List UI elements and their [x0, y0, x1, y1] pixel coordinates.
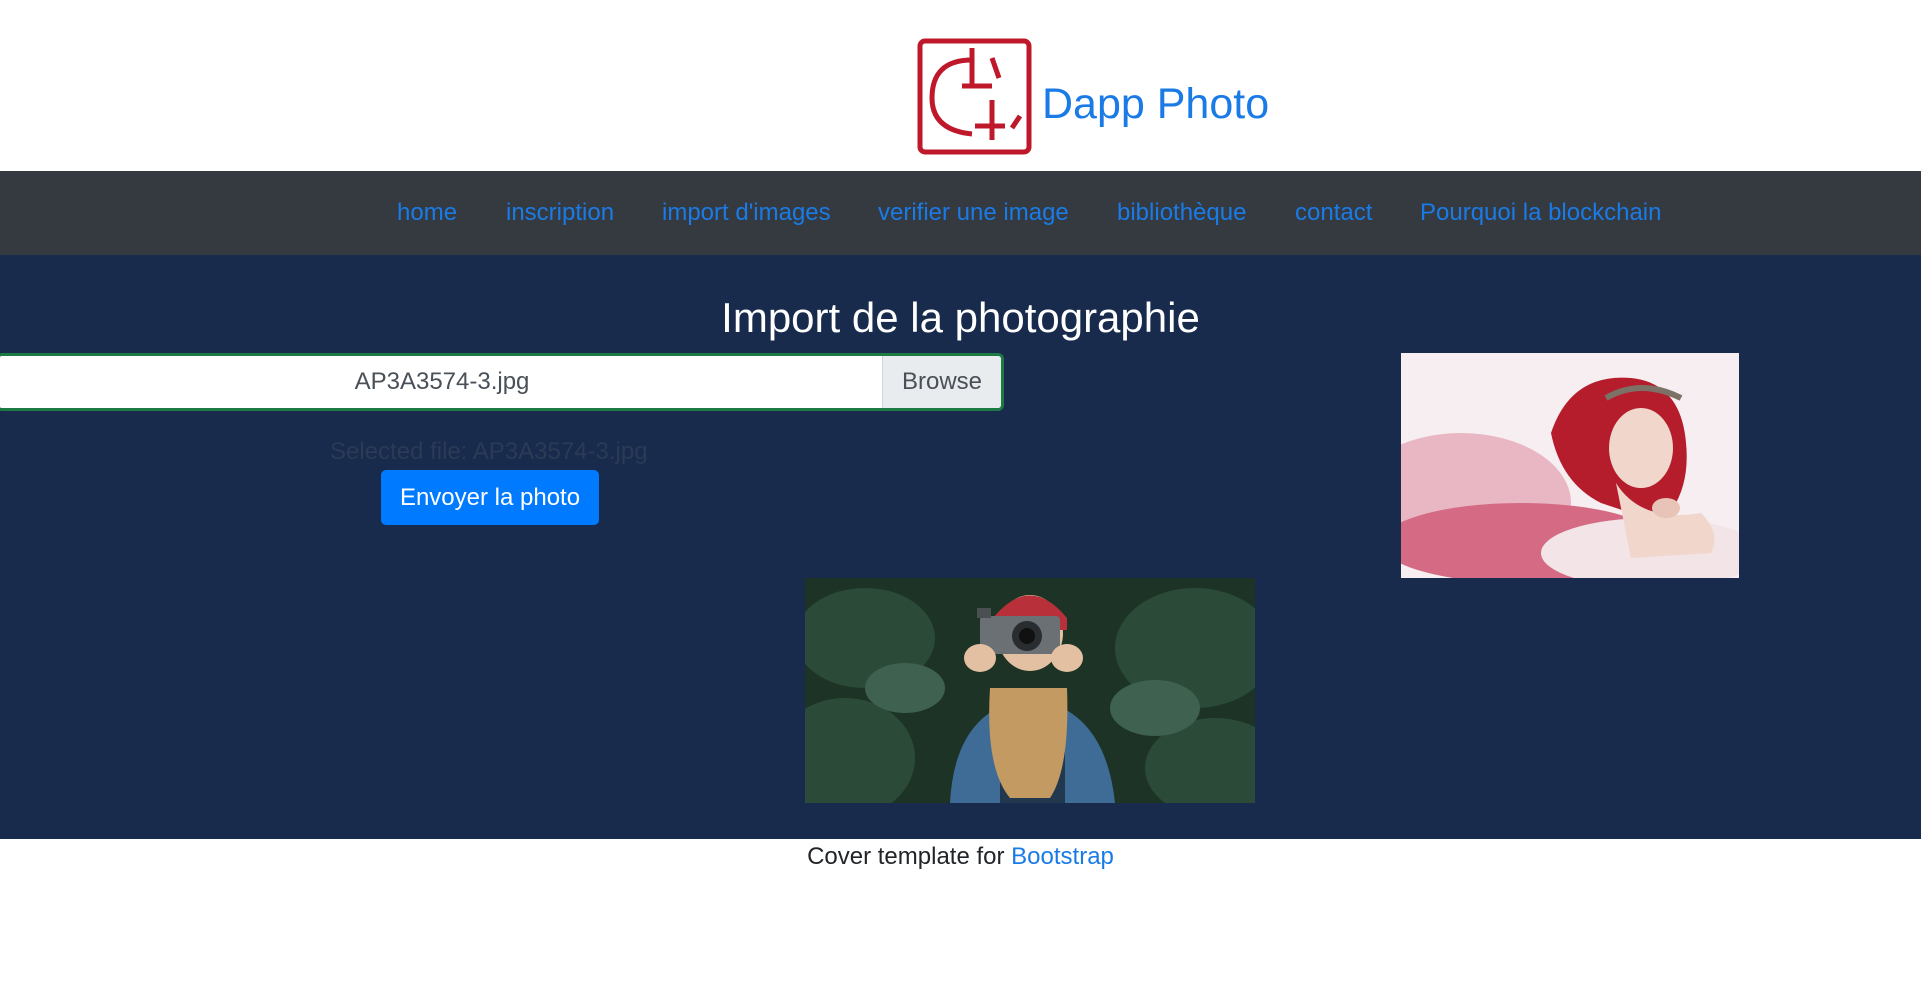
browse-button[interactable]: Browse [882, 356, 1001, 408]
camera-logo-icon[interactable] [917, 38, 1032, 155]
nav-item-import-images[interactable]: import d'images [662, 199, 831, 227]
main-nav: home inscription import d'images verifie… [0, 171, 1921, 255]
page-title: Import de la photographie [721, 294, 1200, 341]
nav-item-home[interactable]: home [397, 199, 457, 227]
nav-item-contact[interactable]: contact [1295, 199, 1372, 227]
main-content: Import de la photographie AP3A3574-3.jpg… [0, 255, 1921, 839]
file-upload-field[interactable]: AP3A3574-3.jpg Browse [0, 353, 1004, 411]
send-photo-button[interactable]: Envoyer la photo [381, 470, 599, 525]
page-footer: Cover template for Bootstrap [0, 843, 1921, 871]
photo-preview-image [1401, 353, 1739, 578]
footer-text: Cover template for [807, 843, 1012, 870]
footer-bootstrap-link[interactable]: Bootstrap [1011, 843, 1114, 870]
nav-item-verify-image[interactable]: verifier une image [878, 199, 1069, 227]
photo-banner-image [805, 578, 1255, 803]
nav-item-library[interactable]: bibliothèque [1117, 199, 1246, 227]
nav-item-why-blockchain[interactable]: Pourquoi la blockchain [1420, 199, 1662, 227]
nav-item-inscription[interactable]: inscription [506, 199, 614, 227]
site-header: Dapp Photo [0, 0, 1921, 171]
file-name-value[interactable]: AP3A3574-3.jpg [0, 356, 885, 408]
brand-name[interactable]: Dapp Photo [1042, 80, 1269, 128]
selected-file-label: Selected file: AP3A3574-3.jpg [330, 438, 648, 465]
